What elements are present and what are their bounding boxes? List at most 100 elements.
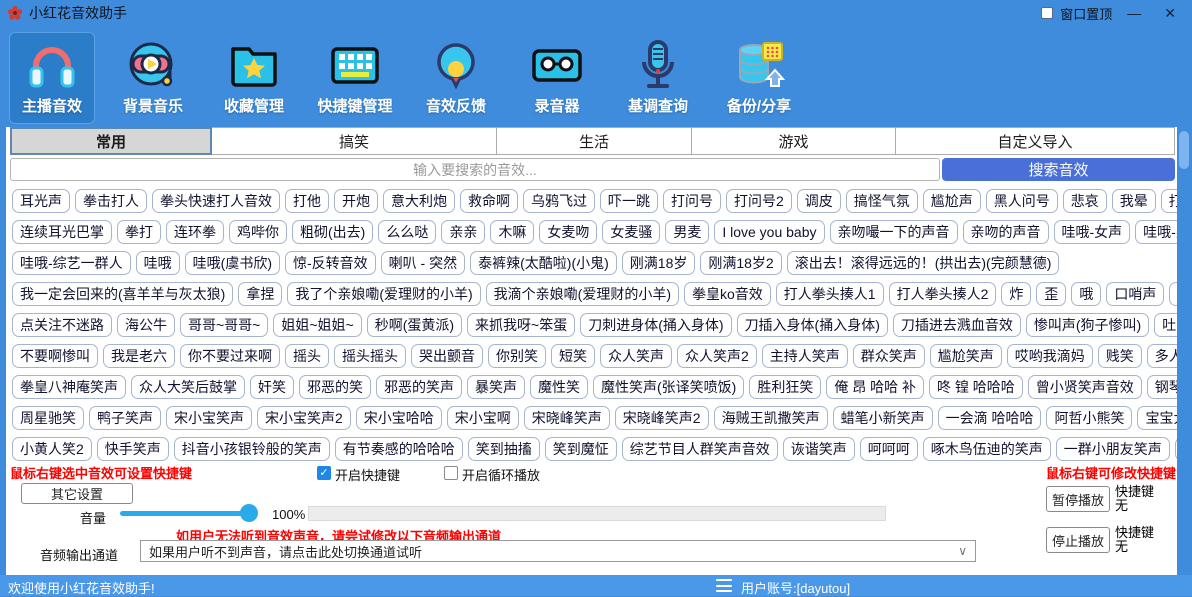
sound-effect-button[interactable]: 悲哀 xyxy=(1063,189,1107,213)
sound-effect-button[interactable]: 泰裤辣(太酷啦)(小鬼) xyxy=(470,251,617,275)
tab-common[interactable]: 常用 xyxy=(10,127,212,155)
sound-effect-button[interactable]: 宋小宝啊 xyxy=(447,406,519,430)
sound-effect-button[interactable]: 不要啊惨叫 xyxy=(12,344,98,368)
sound-effect-button[interactable]: 拳皇ko音效 xyxy=(684,282,771,306)
sound-effect-button[interactable]: 女麦吻 xyxy=(539,220,597,244)
sound-effect-button[interactable]: 哭出颤音 xyxy=(411,344,483,368)
toolbar-item-sound-feedback[interactable]: 音效反馈 xyxy=(413,32,499,124)
sound-effect-button[interactable]: 呵呵呵 xyxy=(860,437,918,461)
sound-effect-button[interactable]: 拳皇八神庵笑声 xyxy=(12,375,126,399)
sound-effect-button[interactable]: 拿捏 xyxy=(238,282,282,306)
sound-effect-button[interactable]: 你别笑 xyxy=(488,344,546,368)
sound-effect-button[interactable]: 蜡笔小新笑声 xyxy=(833,406,933,430)
sound-effect-button[interactable]: 主持人笑声 xyxy=(762,344,848,368)
sound-effect-button[interactable]: 众人笑声2 xyxy=(677,344,757,368)
toolbar-item-favorites-manager[interactable]: 收藏管理 xyxy=(211,32,297,124)
toolbar-item-background-music[interactable]: 背景音乐 xyxy=(110,32,196,124)
sound-effect-button[interactable]: 你不要过来啊 xyxy=(180,344,280,368)
playback-progress-bar[interactable] xyxy=(308,506,886,521)
sound-effect-button[interactable]: 短笑 xyxy=(551,344,595,368)
sound-effect-button[interactable]: 小黄人笑2 xyxy=(12,437,92,461)
sound-effect-button[interactable]: 宋小宝笑声2 xyxy=(257,406,351,430)
sound-effect-button[interactable]: 滚出去！滚得远远的！(拱出去)(完颜慧德) xyxy=(787,251,1060,275)
sound-effect-button[interactable]: 笑到魔怔 xyxy=(545,437,617,461)
sound-effect-button[interactable]: 鸡哔你 xyxy=(229,220,287,244)
sound-effect-button[interactable]: 耳光声 xyxy=(12,189,70,213)
sound-effect-button[interactable]: 暴笑声 xyxy=(467,375,525,399)
sound-effect-button[interactable]: 我是老六 xyxy=(103,344,175,368)
sound-effect-button[interactable]: 吐舌头滑稽声 xyxy=(1154,313,1177,337)
tab-funny[interactable]: 搞笑 xyxy=(212,127,497,155)
sound-effect-button[interactable]: 哇哦-综艺一群人 xyxy=(12,251,131,275)
sound-effect-button[interactable]: 诙谐笑声 xyxy=(783,437,855,461)
sound-effect-button[interactable]: 打人拳头揍人1 xyxy=(776,282,884,306)
enable-hotkey-checkbox[interactable] xyxy=(317,466,331,480)
sound-effect-button[interactable]: 摇头 xyxy=(285,344,329,368)
sound-effect-button[interactable]: 宋晓峰笑声2 xyxy=(615,406,709,430)
sound-effect-button[interactable]: 抖音小孩银铃般的笑声 xyxy=(174,437,330,461)
minimize-button[interactable]: — xyxy=(1119,2,1149,24)
sound-effect-button[interactable]: 两警察拍桌子笑 xyxy=(1175,437,1177,461)
sound-effect-button[interactable]: 打脸 鞭 耳光 xyxy=(1161,189,1177,213)
toolbar-item-anchor-sounds[interactable]: 主播音效 xyxy=(9,32,95,124)
sound-effect-button[interactable]: 我了个亲娘嘞(爱理财的小羊) xyxy=(287,282,480,306)
other-settings-button[interactable]: 其它设置 xyxy=(21,483,133,504)
sound-effect-button[interactable]: 哥哥~哥哥~ xyxy=(180,313,268,337)
sound-effect-button[interactable]: 海贼王凯撒笑声 xyxy=(714,406,828,430)
sound-effect-button[interactable]: 海公牛 xyxy=(117,313,175,337)
tab-custom-import[interactable]: 自定义导入 xyxy=(896,127,1175,155)
sound-effect-button[interactable]: 搞怪气氛 xyxy=(846,189,918,213)
sound-effect-button[interactable]: 阿哲小熊笑 xyxy=(1046,406,1132,430)
sound-effect-button[interactable]: 宋晓峰笑声 xyxy=(524,406,610,430)
sound-effect-button[interactable]: 鸭子笑声 xyxy=(89,406,161,430)
sound-effect-button[interactable]: 咚 锽 哈哈哈 xyxy=(929,375,1023,399)
sound-effect-button[interactable]: I love you baby xyxy=(714,220,824,244)
sound-effect-button[interactable]: 邪恶的笑声 xyxy=(376,375,462,399)
toolbar-item-recorder[interactable]: 录音器 xyxy=(514,32,600,124)
hamburger-menu-icon[interactable] xyxy=(716,579,732,592)
sound-effect-button[interactable]: 宋小宝笑声 xyxy=(166,406,252,430)
pause-playback-button[interactable]: 暂停播放 xyxy=(1046,486,1110,512)
sound-effect-button[interactable]: 哦 xyxy=(1071,282,1101,306)
sound-effect-button[interactable]: 打问号2 xyxy=(726,189,792,213)
sound-effect-button[interactable]: 救命啊 xyxy=(460,189,518,213)
tab-life[interactable]: 生活 xyxy=(497,127,692,155)
sound-effect-button[interactable]: 亲吻的声音 xyxy=(963,220,1049,244)
sound-effect-button[interactable]: 我滴个亲娘嘞(爱理财的小羊) xyxy=(486,282,679,306)
sound-effect-button[interactable]: 女麦骚 xyxy=(602,220,660,244)
toolbar-item-backup-share[interactable]: 备份/分享 xyxy=(716,32,802,124)
sound-effect-button[interactable]: 综艺节目人群笑声音效 xyxy=(622,437,778,461)
sound-effect-button[interactable]: 打问号 xyxy=(663,189,721,213)
sound-effect-button[interactable]: 尴尬笑声 xyxy=(930,344,1002,368)
volume-slider-thumb[interactable] xyxy=(240,504,258,522)
sound-effect-button[interactable]: 亲亲 xyxy=(441,220,485,244)
sound-effect-button[interactable]: 邪恶的笑 xyxy=(299,375,371,399)
sound-effect-button[interactable]: 拳打 xyxy=(117,220,161,244)
sound-effect-button[interactable]: 吓一跳 xyxy=(600,189,658,213)
sound-effect-button[interactable]: 钢琴女笑声 xyxy=(1147,375,1177,399)
sound-effect-button[interactable]: 连环拳 xyxy=(166,220,224,244)
sound-effect-button[interactable]: 我晕 xyxy=(1112,189,1156,213)
pin-window-checkbox[interactable] xyxy=(1041,7,1053,19)
sound-effect-button[interactable]: 口哨声 xyxy=(1106,282,1164,306)
sound-effect-button[interactable]: 一会滴 哈哈哈 xyxy=(938,406,1042,430)
sound-effect-button[interactable]: 尴尬声 xyxy=(923,189,981,213)
sound-effect-button[interactable]: 男麦 xyxy=(665,220,709,244)
sound-effect-button[interactable]: 歪 xyxy=(1036,282,1066,306)
sound-effect-button[interactable]: 喇叭 - 突然 xyxy=(381,251,465,275)
sound-effect-button[interactable]: 点关注不迷路 xyxy=(12,313,112,337)
scrollbar-thumb[interactable] xyxy=(1179,131,1189,169)
sound-effect-button[interactable]: 曾小贤笑声音效 xyxy=(1028,375,1142,399)
sound-effect-button[interactable]: 刀插进去溅血音效 xyxy=(893,313,1021,337)
sound-effect-button[interactable]: 乌鸦飞过 xyxy=(523,189,595,213)
sound-effect-button[interactable]: 来抓我呀~笨蛋 xyxy=(467,313,575,337)
sound-effect-button[interactable]: 黑人问号 xyxy=(986,189,1058,213)
sound-effect-button[interactable]: 魔性笑声(张译笑喷饭) xyxy=(593,375,744,399)
sound-effect-button[interactable]: 哎哟我滴妈 xyxy=(1007,344,1093,368)
sound-effect-button[interactable]: 刀插入身体(捅入身体) xyxy=(737,313,888,337)
toolbar-item-hotkey-manager[interactable]: 快捷键管理 xyxy=(312,32,398,124)
sound-effect-button[interactable]: 刚满18岁2 xyxy=(700,251,781,275)
sound-effect-button[interactable]: 众人笑声 xyxy=(600,344,672,368)
sound-effect-button[interactable]: 宋小宝哈哈 xyxy=(356,406,442,430)
volume-slider-track[interactable] xyxy=(120,511,250,516)
